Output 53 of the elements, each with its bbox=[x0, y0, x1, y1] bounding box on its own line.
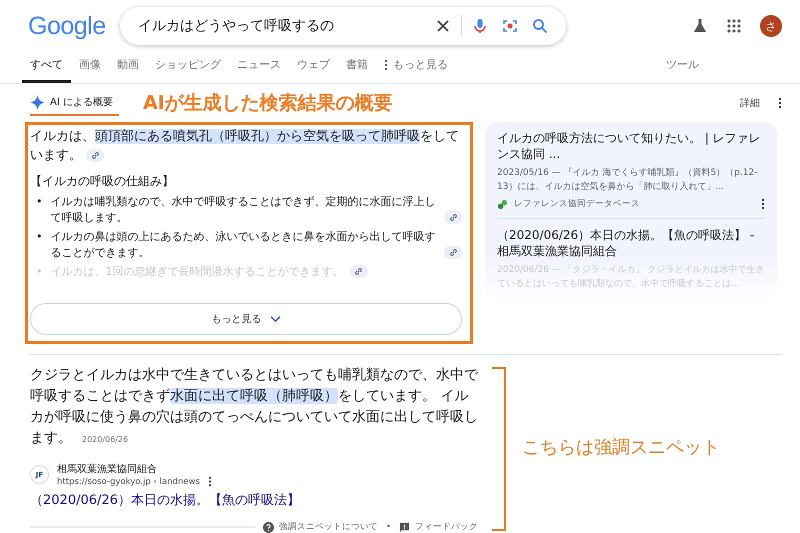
source-title[interactable]: イルカの呼吸方法について知りたい。 | レファレンス協同 ... bbox=[497, 130, 765, 162]
search-tab[interactable]: 書籍 bbox=[338, 57, 376, 83]
search-field[interactable]: イルカはどうやって呼吸するの bbox=[120, 7, 566, 45]
search-tab[interactable]: ショッピング bbox=[147, 57, 229, 83]
source-title[interactable]: （2020/06/26）本日の水揚。【魚の呼吸法】 - 相馬双葉漁業協同組合 bbox=[497, 227, 765, 259]
search-tab[interactable]: 動画 bbox=[109, 57, 147, 83]
annotation-text: こちらは強調スニペット bbox=[522, 436, 720, 459]
more-tab[interactable]: もっと見る bbox=[376, 57, 456, 83]
snippet-date: 2020/06/26 bbox=[82, 435, 128, 444]
kebab-icon bbox=[384, 58, 388, 70]
footer-link[interactable]: フィードバック bbox=[399, 521, 478, 533]
link-icon[interactable] bbox=[86, 148, 104, 162]
separator-dot: • bbox=[386, 522, 391, 532]
apps-grid-icon[interactable] bbox=[726, 18, 742, 34]
source-snippet: 2023/05/16 — 『イルカ 海でくらす哺乳類』（資料5）（p.12-13）には、イルカは空気を鼻から「肺に取り入れて」... bbox=[497, 166, 758, 194]
close-icon[interactable] bbox=[435, 18, 451, 34]
annotation-text: AIが生成した検索結果の概要 bbox=[142, 91, 393, 116]
overview-bullet: イルカは、1回の息継ぎで長時間潜水することができます。 bbox=[50, 264, 344, 280]
search-tab[interactable]: ウェブ bbox=[289, 57, 338, 83]
camera-icon[interactable] bbox=[502, 18, 518, 34]
overview-bullet: イルカの鼻は頭の上にあるため、泳いでいるときに鼻を水面から出して呼吸することができます。 bbox=[50, 229, 436, 261]
sparkle-icon bbox=[30, 94, 45, 110]
details-link[interactable]: 詳細 bbox=[740, 96, 760, 110]
link-icon[interactable] bbox=[444, 246, 462, 259]
source-site-name: レファレンス協同データベース bbox=[514, 198, 640, 210]
kebab-icon[interactable] bbox=[778, 97, 782, 109]
footer-link[interactable]: 強調スニペットについて bbox=[262, 521, 378, 533]
overview-bullet: イルカは哺乳類なので、水中で呼吸することはできず、定期的に水面に浮上して呼吸します。 bbox=[50, 194, 436, 226]
search-tab[interactable]: 画像 bbox=[71, 57, 109, 83]
overview-paragraph: イルカは、頭頂部にある噴気孔（呼吸孔）から空気を吸って肺呼吸をしています。 bbox=[30, 128, 460, 165]
search-tab[interactable]: すべて bbox=[22, 57, 71, 83]
bullet-marker: • bbox=[36, 194, 42, 210]
bullet-marker: • bbox=[36, 264, 42, 280]
show-more-button[interactable]: もっと見る bbox=[30, 303, 462, 335]
flask-icon[interactable] bbox=[692, 18, 708, 34]
microphone-icon[interactable] bbox=[472, 18, 488, 34]
overview-heading: 【イルカの呼吸の仕組み】 bbox=[30, 173, 175, 190]
kebab-icon[interactable] bbox=[208, 476, 212, 487]
result-title-link[interactable]: （2020/06/26）本日の水揚。【魚の呼吸法】 bbox=[30, 491, 478, 509]
tools-button[interactable]: ツール bbox=[666, 57, 699, 83]
search-icon[interactable] bbox=[532, 18, 548, 34]
link-icon[interactable] bbox=[350, 265, 368, 278]
account-avatar[interactable]: さ bbox=[760, 15, 782, 37]
bullet-marker: • bbox=[36, 229, 42, 245]
kebab-icon[interactable] bbox=[761, 198, 765, 210]
search-tab[interactable]: ニュース bbox=[229, 57, 289, 83]
chevron-down-icon bbox=[270, 316, 280, 322]
google-logo[interactable]: Google bbox=[28, 12, 120, 40]
snippet-paragraph: クジラとイルカは水中で生きているとはいっても哺乳類なので、水中で呼吸することはできず水面に出て呼吸（肺呼吸）をしています。 イルカが呼吸に使う鼻の穴は頭のてっぺんについていて水面に出して呼吸します。 2020/06/26 bbox=[30, 366, 478, 448]
site-url: https://soso-gyokyo.jp › landnews bbox=[57, 476, 200, 486]
link-icon[interactable] bbox=[444, 211, 462, 224]
ai-overview-title: AI による概要 bbox=[50, 96, 113, 109]
site-name: 相馬双葉漁業協同組合 bbox=[57, 462, 158, 476]
